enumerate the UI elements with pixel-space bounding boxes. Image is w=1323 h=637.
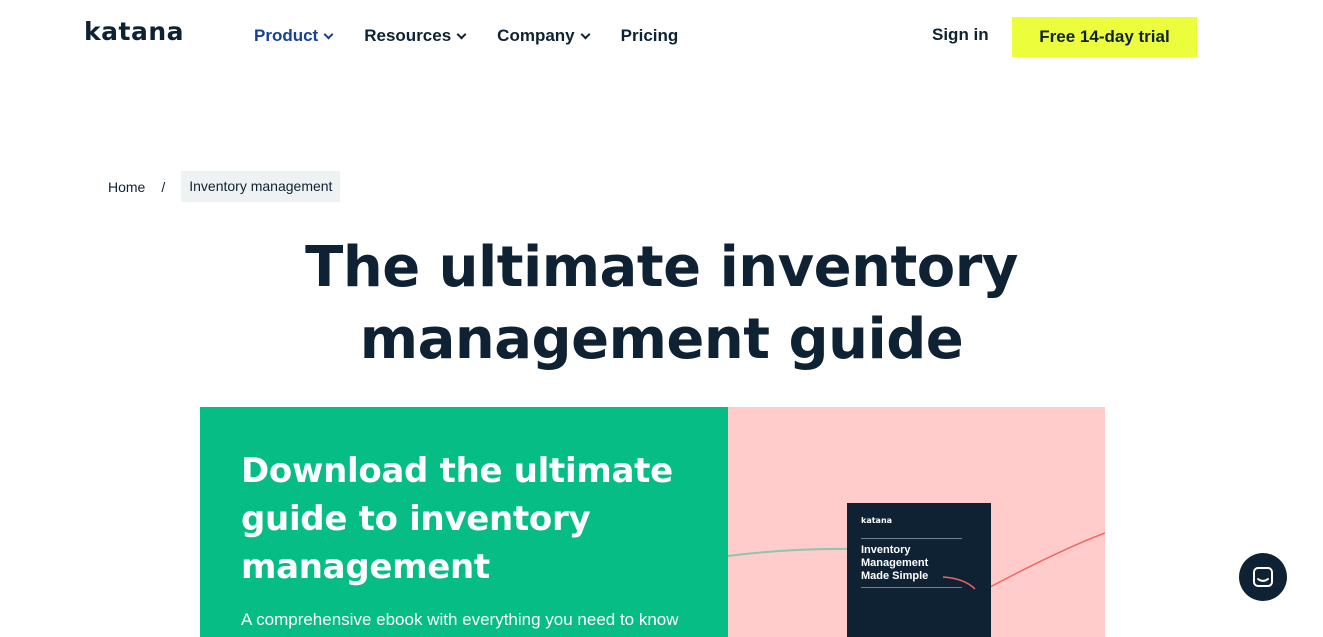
breadcrumb-home-link[interactable]: Home (108, 179, 145, 195)
chat-icon (1253, 567, 1273, 587)
banner-heading-line: management (241, 547, 490, 587)
page-title-line: The ultimate inventory (305, 235, 1018, 300)
breadcrumb-current: Inventory management (181, 171, 341, 202)
breadcrumb: Home / Inventory management (108, 171, 341, 202)
nav-item-product[interactable]: Product (254, 26, 334, 46)
main-nav: Product Resources Company Pricing (254, 26, 678, 46)
katana-logo[interactable]: katana (84, 17, 184, 46)
nav-item-company[interactable]: Company (497, 26, 591, 46)
page: katana Product Resources Company Pricing… (0, 0, 1323, 637)
banner-heading: Download the ultimate guide to inventory… (241, 447, 711, 591)
banner-description: A comprehensive ebook with everything yo… (241, 610, 679, 629)
nav-item-label: Company (497, 26, 575, 45)
nav-item-label: Product (254, 26, 319, 45)
chevron-down-icon (323, 29, 334, 39)
nav-item-pricing[interactable]: Pricing (621, 26, 679, 46)
chevron-down-icon (580, 29, 591, 39)
chevron-down-icon (456, 29, 467, 39)
ebook-promo-banner: Download the ultimate guide to inventory… (200, 407, 728, 637)
page-title-line: management guide (359, 307, 964, 372)
nav-item-resources[interactable]: Resources (364, 26, 467, 46)
decorative-lines-front (942, 576, 976, 590)
nav-item-label: Pricing (620, 26, 679, 45)
chat-launcher-button[interactable] (1239, 553, 1287, 601)
banner-heading-line: Download the ultimate (241, 451, 673, 491)
breadcrumb-separator: / (161, 178, 166, 195)
ebook-illustration: katana Inventory Management Made Simple (728, 407, 1105, 637)
banner-heading-line: guide to inventory (241, 499, 591, 539)
nav-item-label: Resources (364, 26, 452, 45)
page-title: The ultimate inventory management guide (0, 232, 1323, 376)
sign-in-link[interactable]: Sign in (932, 25, 989, 45)
free-trial-button[interactable]: Free 14-day trial (1012, 17, 1197, 57)
